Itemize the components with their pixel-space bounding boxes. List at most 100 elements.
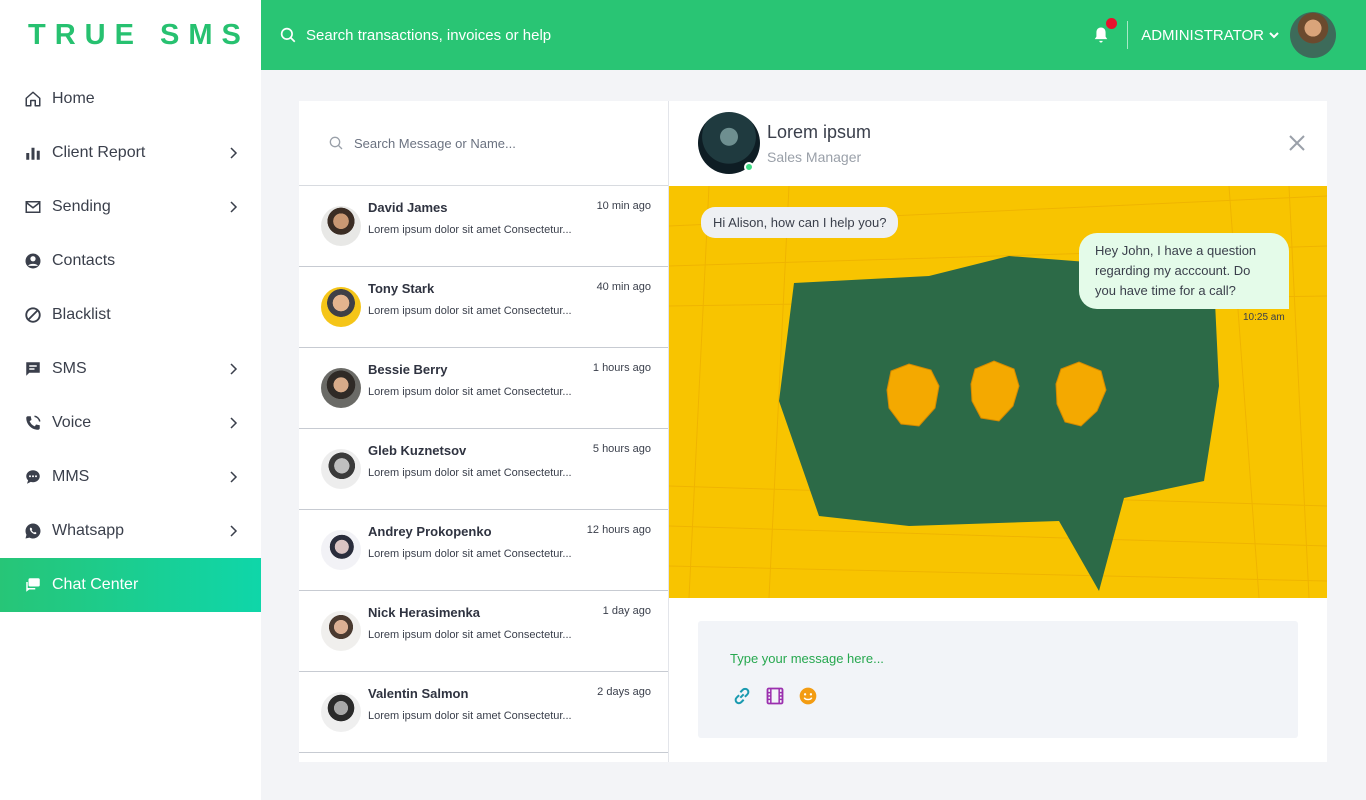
user-name: ADMINISTRATOR — [1141, 26, 1264, 44]
contact-search[interactable]: Search Message or Name... — [299, 101, 668, 186]
outgoing-message: Hey John, I have a question regarding my… — [1079, 233, 1289, 309]
global-search[interactable]: Search transactions, invoices or help — [279, 26, 551, 44]
avatar — [321, 611, 361, 651]
user-circle-icon — [24, 252, 42, 270]
list-item[interactable]: Gleb Kuznetsov 5 hours ago Lorem ipsum d… — [299, 429, 668, 510]
contact-time: 5 hours ago — [592, 443, 651, 455]
link-icon — [734, 687, 750, 705]
contact-preview: Lorem ipsum dolor sit amet Consectetur..… — [368, 710, 572, 722]
contact-name: Valentin Salmon — [368, 686, 469, 701]
search-icon — [280, 27, 296, 43]
contact-preview: Lorem ipsum dolor sit amet Consectetur..… — [368, 629, 572, 641]
sidebar: TRUE SMS Home Client Report Sending Cont… — [0, 0, 261, 800]
contact-time: 12 hours ago — [586, 524, 651, 536]
contact-preview: Lorem ipsum dolor sit amet Consectetur..… — [368, 224, 572, 236]
mail-icon — [24, 198, 42, 216]
close-icon[interactable] — [1287, 133, 1307, 153]
sidebar-item-home[interactable]: Home — [0, 72, 261, 126]
sidebar-item-chat-center[interactable]: Chat Center — [0, 558, 261, 612]
incoming-message: Hi Alison, how can I help you? — [701, 207, 899, 238]
emoji-button[interactable] — [798, 686, 818, 706]
block-icon — [24, 306, 42, 324]
avatar — [321, 368, 361, 408]
message-input[interactable] — [730, 651, 1250, 666]
chevron-right-icon — [230, 363, 238, 375]
sidebar-item-label: Client Report — [52, 144, 146, 161]
message-time: 10:25 am — [1243, 312, 1285, 323]
top-right-controls: ADMINISTRATOR — [1091, 0, 1336, 70]
sidebar-item-voice[interactable]: Voice — [0, 396, 261, 450]
emoji-icon — [799, 687, 817, 705]
contact-preview: Lorem ipsum dolor sit amet Consectetur..… — [368, 305, 572, 317]
contact-name: Andrey Prokopenko — [368, 524, 492, 539]
message-icon — [24, 360, 42, 378]
list-item[interactable]: Nick Herasimenka 1 day ago Lorem ipsum d… — [299, 591, 668, 672]
phone-icon — [24, 414, 42, 432]
chat-contact-name: Lorem ipsum — [767, 122, 872, 142]
sidebar-item-blacklist[interactable]: Blacklist — [0, 288, 261, 342]
avatar — [321, 530, 361, 570]
contact-preview: Lorem ipsum dolor sit amet Consectetur..… — [368, 386, 572, 398]
chat-header: Lorem ipsum Sales Manager — [669, 101, 1327, 186]
sidebar-item-label: Sending — [52, 198, 111, 215]
user-menu[interactable]: ADMINISTRATOR — [1141, 27, 1280, 44]
sidebar-item-mms[interactable]: MMS — [0, 450, 261, 504]
search-icon — [329, 136, 343, 150]
contact-time: 2 days ago — [597, 686, 651, 698]
contact-time: 40 min ago — [596, 281, 651, 293]
top-bar: Search transactions, invoices or help AD… — [261, 0, 1366, 70]
sidebar-item-label: SMS — [52, 360, 87, 377]
chat-center-icon — [24, 576, 42, 594]
contact-name: Gleb Kuznetsov — [368, 443, 467, 458]
contact-name: Nick Herasimenka — [368, 605, 481, 620]
chevron-right-icon — [230, 417, 238, 429]
video-button[interactable] — [765, 686, 785, 706]
avatar — [321, 449, 361, 489]
sidebar-nav: Home Client Report Sending Contacts Blac… — [0, 72, 261, 612]
whatsapp-icon — [24, 522, 42, 540]
sidebar-item-label: Blacklist — [52, 306, 111, 323]
chat-contact-role: Sales Manager — [767, 149, 862, 165]
composer-tools — [732, 686, 831, 706]
chat-panel: Lorem ipsum Sales Manager Hi Alison, how… — [669, 101, 1327, 762]
avatar[interactable] — [1290, 12, 1336, 58]
notifications-button[interactable] — [1091, 18, 1118, 45]
list-item[interactable]: Andrey Prokopenko 12 hours ago Lorem ips… — [299, 510, 668, 591]
list-item[interactable]: Bessie Berry 1 hours ago Lorem ipsum dol… — [299, 348, 668, 429]
contact-name: Tony Stark — [368, 281, 435, 296]
sidebar-item-label: Chat Center — [52, 576, 139, 593]
contact-time: 10 min ago — [596, 200, 651, 212]
sidebar-item-whatsapp[interactable]: Whatsapp — [0, 504, 261, 558]
chevron-right-icon — [230, 147, 238, 159]
sidebar-item-sms[interactable]: SMS — [0, 342, 261, 396]
attach-button[interactable] — [732, 686, 752, 706]
global-search-placeholder: Search transactions, invoices or help — [306, 26, 552, 44]
sidebar-item-label: Whatsapp — [52, 522, 125, 539]
avatar — [321, 287, 361, 327]
list-item[interactable]: Tony Stark 40 min ago Lorem ipsum dolor … — [299, 267, 668, 348]
brand-logo: TRUE SMS — [28, 18, 250, 51]
message-composer — [698, 621, 1298, 738]
contact-search-placeholder: Search Message or Name... — [354, 135, 516, 151]
film-icon — [766, 687, 784, 705]
chat-list-panel: Search Message or Name... David James 10… — [299, 101, 669, 762]
list-item[interactable]: David James 10 min ago Lorem ipsum dolor… — [299, 186, 668, 267]
list-item[interactable]: Valentin Salmon 2 days ago Lorem ipsum d… — [299, 672, 668, 753]
home-icon — [24, 90, 42, 108]
sidebar-item-label: Contacts — [52, 252, 116, 269]
sidebar-item-client-report[interactable]: Client Report — [0, 126, 261, 180]
chevron-down-icon — [1269, 32, 1279, 39]
sidebar-item-contacts[interactable]: Contacts — [0, 234, 261, 288]
chevron-right-icon — [230, 525, 238, 537]
divider — [1127, 21, 1129, 49]
online-status-dot — [744, 162, 754, 172]
avatar — [321, 692, 361, 732]
bar-chart-icon — [24, 144, 42, 162]
chevron-right-icon — [230, 201, 238, 213]
contact-preview: Lorem ipsum dolor sit amet Consectetur..… — [368, 467, 572, 479]
notification-badge — [1106, 18, 1118, 29]
contact-time: 1 hours ago — [592, 362, 651, 374]
sidebar-item-label: Home — [52, 90, 95, 107]
chevron-right-icon — [230, 471, 238, 483]
sidebar-item-sending[interactable]: Sending — [0, 180, 261, 234]
